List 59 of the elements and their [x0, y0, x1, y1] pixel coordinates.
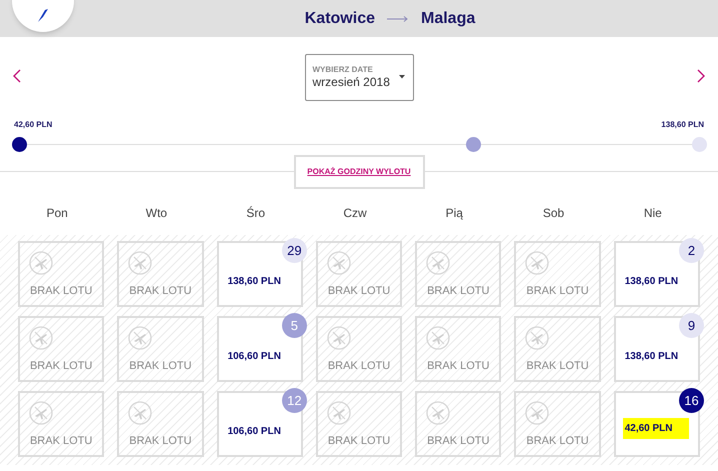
crossed-plane-icon: [426, 326, 450, 350]
no-flight-label: BRAK LOTU: [328, 358, 390, 374]
weekday-header: Wto: [144, 205, 168, 222]
no-flight-label: BRAK LOTU: [526, 358, 589, 374]
flight-price: 106,60 PLN: [228, 425, 281, 439]
flight-price: 138,60 PLN: [228, 275, 281, 289]
crossed-plane-icon: [128, 326, 152, 350]
crossed-plane-icon: [525, 326, 550, 350]
date-dropdown[interactable]: WYBIERZ DATE wrzesień 2018: [304, 54, 414, 100]
caret-icon: [398, 75, 404, 79]
no-flight-label: BRAK LOTU: [129, 358, 192, 374]
min-price-label: 42,60 PLN: [14, 119, 52, 131]
weekday-header: Pią: [444, 205, 464, 222]
no-flight-label: BRAK LOTU: [427, 358, 490, 374]
destination-city: Malaga: [421, 8, 476, 28]
weekday-header: Śro: [245, 205, 266, 222]
day-badge: 2: [678, 238, 704, 263]
origin-city: Katowice: [304, 8, 375, 28]
no-flight-label: BRAK LOTU: [526, 434, 589, 448]
day-badge: 5: [282, 313, 307, 338]
flight-price: 138,60 PLN: [624, 350, 678, 364]
no-flight-label: BRAK LOTU: [30, 434, 92, 448]
crossed-plane-icon: [525, 251, 550, 275]
date-dropdown-value: wrzesień 2018: [312, 74, 390, 90]
no-flight-label: BRAK LOTU: [129, 434, 192, 448]
date-dropdown-label: WYBIERZ DATE: [312, 64, 374, 74]
weekday-header: Pon: [45, 205, 69, 222]
day-badge: 9: [678, 313, 704, 338]
flight-price: 42,60 PLN: [622, 418, 689, 439]
arrow-icon: [387, 14, 409, 22]
crossed-plane-icon: [426, 401, 450, 425]
no-flight-label: BRAK LOTU: [129, 284, 192, 298]
weekday-header: Nie: [642, 205, 663, 222]
no-flight-label: BRAK LOTU: [328, 434, 390, 448]
crossed-plane-icon: [326, 326, 351, 350]
flight-price: 138,60 PLN: [624, 275, 678, 289]
crossed-plane-icon: [128, 251, 152, 275]
weekday-header: Czw: [342, 205, 368, 222]
day-badge: 29: [282, 238, 307, 263]
max-price-label: 138,60 PLN: [661, 119, 704, 131]
crossed-plane-icon: [29, 401, 53, 425]
no-flight-label: BRAK LOTU: [427, 434, 490, 448]
show-departure-times-link[interactable]: POKAŻ GODZINY WYLOTU: [294, 155, 424, 189]
crossed-plane-icon: [128, 401, 152, 425]
no-flight-label: BRAK LOTU: [427, 284, 490, 298]
weekday-header: Sob: [542, 205, 566, 222]
flight-price: 106,60 PLN: [228, 350, 281, 364]
no-flight-label: BRAK LOTU: [30, 358, 92, 374]
crossed-plane-icon: [29, 251, 53, 275]
no-flight-label: BRAK LOTU: [526, 284, 589, 298]
crossed-plane-icon: [29, 326, 53, 350]
no-flight-label: BRAK LOTU: [328, 284, 390, 298]
crossed-plane-icon: [426, 251, 450, 275]
crossed-plane-icon: [326, 251, 351, 275]
no-flight-label: BRAK LOTU: [30, 284, 92, 298]
crossed-plane-icon: [525, 401, 550, 425]
day-badge: 12: [282, 388, 307, 413]
crossed-plane-icon: [326, 401, 351, 425]
day-badge: 16: [678, 388, 704, 413]
